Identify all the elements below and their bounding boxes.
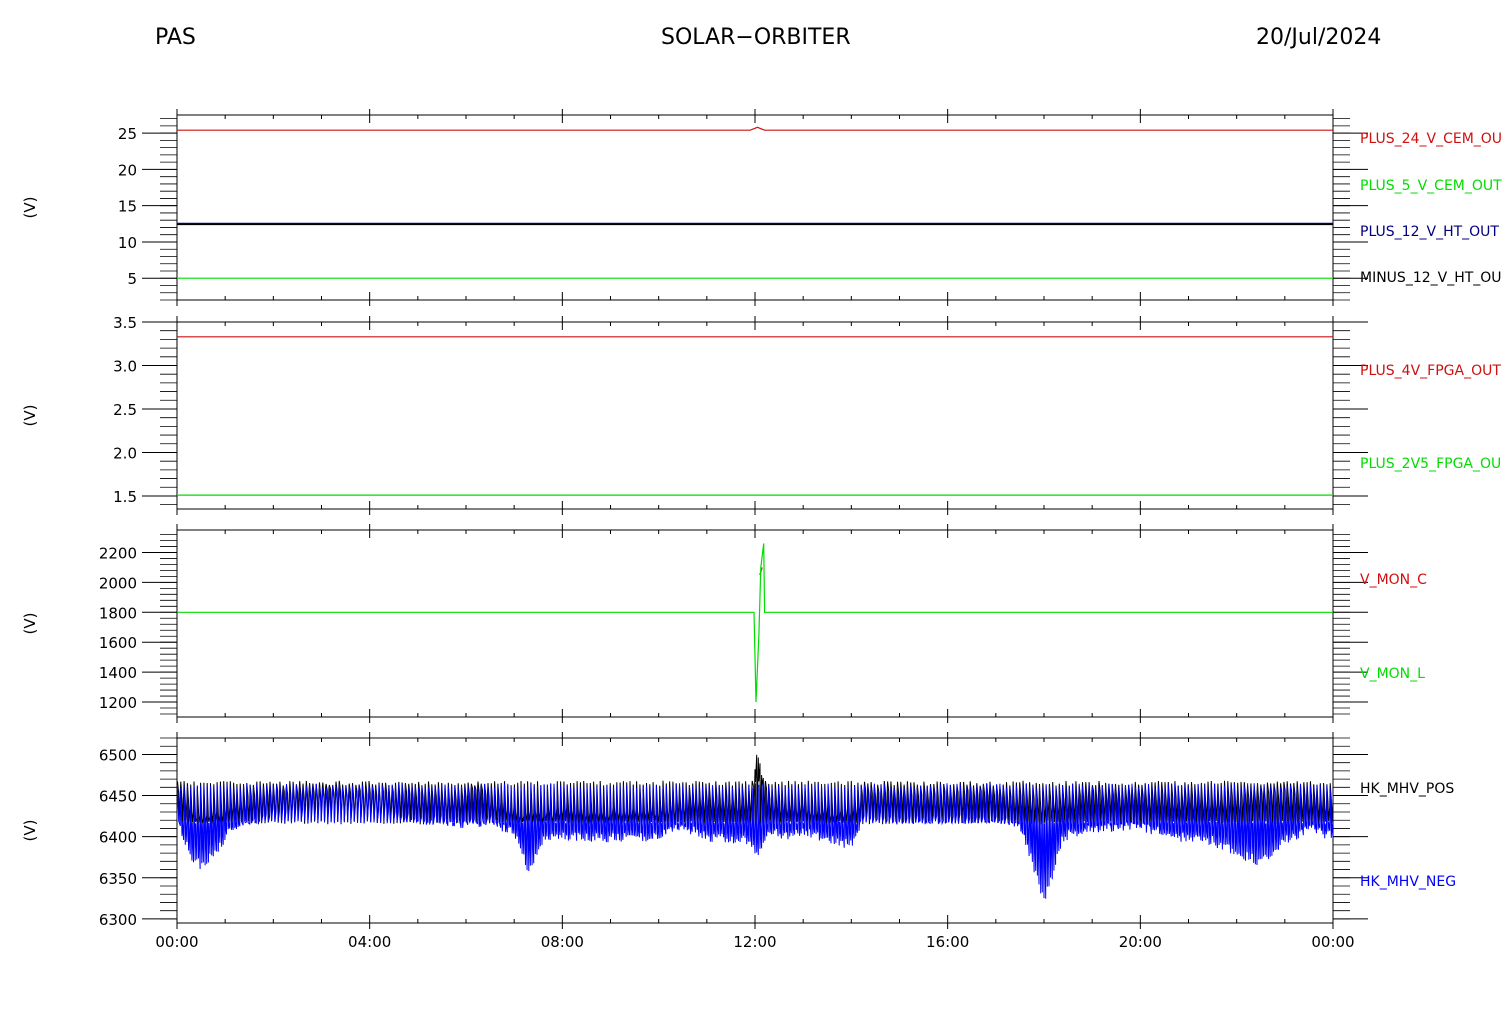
x-tick-label: 16:00 — [926, 933, 969, 951]
y-axis-label: (V) — [21, 405, 39, 427]
y-tick-label: 1800 — [99, 604, 137, 622]
series-line — [177, 126, 1333, 131]
y-tick-label: 25 — [118, 125, 137, 143]
series-line — [177, 543, 1333, 703]
y-tick-label: 2200 — [99, 544, 137, 562]
y-axis-label: (V) — [21, 197, 39, 219]
y-tick-label: 1200 — [99, 694, 137, 712]
y-tick-label: 1.5 — [113, 488, 137, 506]
y-tick-label: 6450 — [99, 788, 137, 806]
y-axis-label: (V) — [21, 613, 39, 635]
panel-frame — [176, 114, 1334, 301]
y-tick-label: 10 — [118, 234, 137, 252]
series-label: PLUS_2V5_FPGA_OU — [1360, 456, 1501, 472]
series-label: HK_MHV_POS — [1360, 781, 1454, 797]
y-tick-label: 1400 — [99, 664, 137, 682]
panel-frame — [176, 529, 1334, 718]
y-tick-label: 6500 — [99, 746, 137, 764]
y-tick-label: 1600 — [99, 634, 137, 652]
series-label: HK_MHV_NEG — [1360, 874, 1456, 890]
y-tick-label: 20 — [118, 161, 137, 179]
panel-3: 1200 1400 1600 1800 2000 2200 (V) V_MON_C V_MON_… — [21, 524, 1427, 723]
y-axis-label: (V) — [21, 820, 39, 842]
series-label: PLUS_12_V_HT_OUT — [1360, 224, 1499, 240]
y-tick-label: 2.0 — [113, 444, 137, 462]
panel-1: 5 10 15 20 25 (V) PLUS_24_V_CEM_OU PLUS_5_V_CEM… — [21, 109, 1502, 306]
y-tick-label: 2000 — [99, 574, 137, 592]
x-tick-label: 08:00 — [541, 933, 584, 951]
series-label: PLUS_5_V_CEM_OUT — [1360, 178, 1502, 194]
y-tick-label: 5 — [127, 270, 137, 288]
series-label: PLUS_4V_FPGA_OUT — [1360, 363, 1501, 379]
panel-frame — [176, 321, 1334, 510]
housekeeping-plot: 5 10 15 20 25 (V) PLUS_24_V_CEM_OU PLUS_5_V_CEM… — [21, 109, 1502, 951]
x-tick-label: 20:00 — [1119, 933, 1162, 951]
y-tick-label: 3.5 — [113, 314, 137, 332]
series-label: MINUS_12_V_HT_OU — [1360, 270, 1502, 286]
y-tick-label: 15 — [118, 198, 137, 216]
series-label: V_MON_L — [1360, 666, 1425, 682]
x-tick-label: 00:00 — [155, 933, 198, 951]
x-tick-label: 12:00 — [733, 933, 776, 951]
y-tick-label: 6350 — [99, 870, 137, 888]
series-label: V_MON_C — [1360, 572, 1427, 588]
x-tick-label: 00:00 — [1311, 933, 1354, 951]
panel-2: 1.5 2.0 2.5 3.0 3.5 (V) PLUS_4V_FPGA_OUT PLUS_2… — [21, 314, 1501, 515]
y-tick-label: 2.5 — [113, 401, 137, 419]
y-tick-label: 6400 — [99, 829, 137, 847]
x-tick-label: 04:00 — [348, 933, 391, 951]
y-tick-label: 3.0 — [113, 357, 137, 375]
panel-4: 6300 6350 6400 6450 6500 (V) HK_MHV_POS HK_MHV_… — [21, 732, 1456, 951]
y-tick-label: 6300 — [99, 911, 137, 929]
series-label: PLUS_24_V_CEM_OU — [1360, 131, 1502, 147]
